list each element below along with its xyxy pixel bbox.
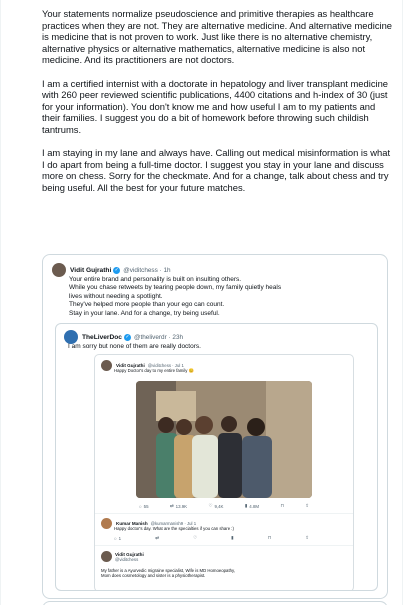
quote-author-handle[interactable]: @viditchess · 1h xyxy=(123,267,170,274)
views-button[interactable]: ▮ xyxy=(231,535,233,541)
avatar[interactable] xyxy=(101,551,112,562)
reply1-text: Happy doctor's day. What are the special… xyxy=(114,526,234,531)
verified-badge-icon: ✓ xyxy=(123,333,131,341)
reply-icon: ○ xyxy=(139,503,142,509)
share-icon[interactable]: ⇪ xyxy=(305,535,309,541)
retweet-count: 13.9K xyxy=(175,503,188,509)
inner-author-handle[interactable]: @theliverdr · 23h xyxy=(134,334,183,341)
retweet-button[interactable]: ⇄ 13.9K xyxy=(170,503,187,509)
divider xyxy=(95,513,353,514)
inner-quoted-tweet[interactable]: TheLiverDoc ✓ @theliverdr · 23h I am sor… xyxy=(55,323,378,591)
post-body: Your statements normalize pseudoscience … xyxy=(42,8,394,205)
reply2-author-name[interactable]: Vidit Gujrathi xyxy=(115,552,144,557)
inner-author-name[interactable]: TheLiverDoc xyxy=(82,334,122,341)
reply-icon: ○ xyxy=(114,535,117,541)
like-button[interactable]: ♡ xyxy=(193,535,197,541)
reply-button[interactable]: ○ 55 xyxy=(139,503,149,509)
quote-text: Your entire brand and personality is bui… xyxy=(69,276,381,318)
like-count: 9,4K xyxy=(214,503,224,509)
family-photo[interactable] xyxy=(136,381,312,498)
heart-icon: ♡ xyxy=(208,503,213,508)
avatar[interactable] xyxy=(52,263,66,277)
avatar[interactable] xyxy=(101,360,112,371)
divider xyxy=(95,545,353,546)
reply2-line: Mom does cosmetology and sister is a phy… xyxy=(101,573,206,579)
nested-actions: ○ 55 ⇄ 13.9K ♡ 9,4K ▮ 4.8M ⊓ ⇪ xyxy=(139,503,309,509)
inner-text: I am sorry but none of them are really d… xyxy=(68,343,201,350)
avatar[interactable] xyxy=(64,330,78,344)
quote-line: Your entire brand and personality is bui… xyxy=(69,276,242,283)
quote-line: lives without needing a spotlight. xyxy=(69,292,163,300)
retweet-icon: ⇄ xyxy=(169,503,174,508)
nested-quoted-tweet[interactable]: Vidit Gujrathi @viditchess · Jul 1 Happy… xyxy=(94,354,354,590)
nested-text: Happy Doctor's day to my entire family 😊 xyxy=(114,368,194,373)
quote-line: They've helped more people than your ego… xyxy=(69,301,225,309)
views-button[interactable]: ▮ 4.8M xyxy=(245,503,259,509)
reply2-text: My father is a Ayurvedic migraine specia… xyxy=(101,568,351,579)
post-paragraph-3: I am staying in my lane and always have.… xyxy=(42,147,391,193)
like-button[interactable]: ♡ 9,4K xyxy=(209,503,224,509)
photo-image xyxy=(136,381,312,498)
avatar[interactable] xyxy=(101,518,112,529)
quote-author-name[interactable]: Vidit Gujrathi xyxy=(70,267,111,274)
heart-icon: ♡ xyxy=(193,535,198,540)
share-icon[interactable]: ⇪ xyxy=(305,503,309,509)
next-card-edge xyxy=(42,601,388,605)
retweet-button[interactable]: ⇄ xyxy=(155,535,159,541)
reply1-actions: ○ 1 ⇄ ♡ ▮ ⊓ ⇪ xyxy=(114,535,309,541)
quote-line: Stay in your lane. And for a change, try… xyxy=(69,309,220,317)
quoted-tweet[interactable]: Vidit Gujrathi ✓ @viditchess · 1h Your e… xyxy=(42,254,388,599)
views-count: 4.8M xyxy=(249,503,260,509)
views-icon: ▮ xyxy=(231,535,234,540)
retweet-icon: ⇄ xyxy=(155,535,159,540)
quote-line: While you chase retweets by tearing peop… xyxy=(69,284,282,292)
verified-badge-icon: ✓ xyxy=(113,266,121,274)
bookmark-icon[interactable]: ⊓ xyxy=(268,535,271,541)
post-paragraph-2: I am a certified internist with a doctor… xyxy=(42,77,389,135)
post-paragraph-1: Your statements normalize pseudoscience … xyxy=(42,8,393,66)
reply-count: 1 xyxy=(118,535,122,541)
reply-count: 55 xyxy=(143,503,149,509)
views-icon: ▮ xyxy=(244,503,248,508)
reply-button[interactable]: ○ 1 xyxy=(114,535,121,541)
reply2-author-handle[interactable]: @viditchess xyxy=(115,557,144,562)
bookmark-icon[interactable]: ⊓ xyxy=(280,503,283,509)
